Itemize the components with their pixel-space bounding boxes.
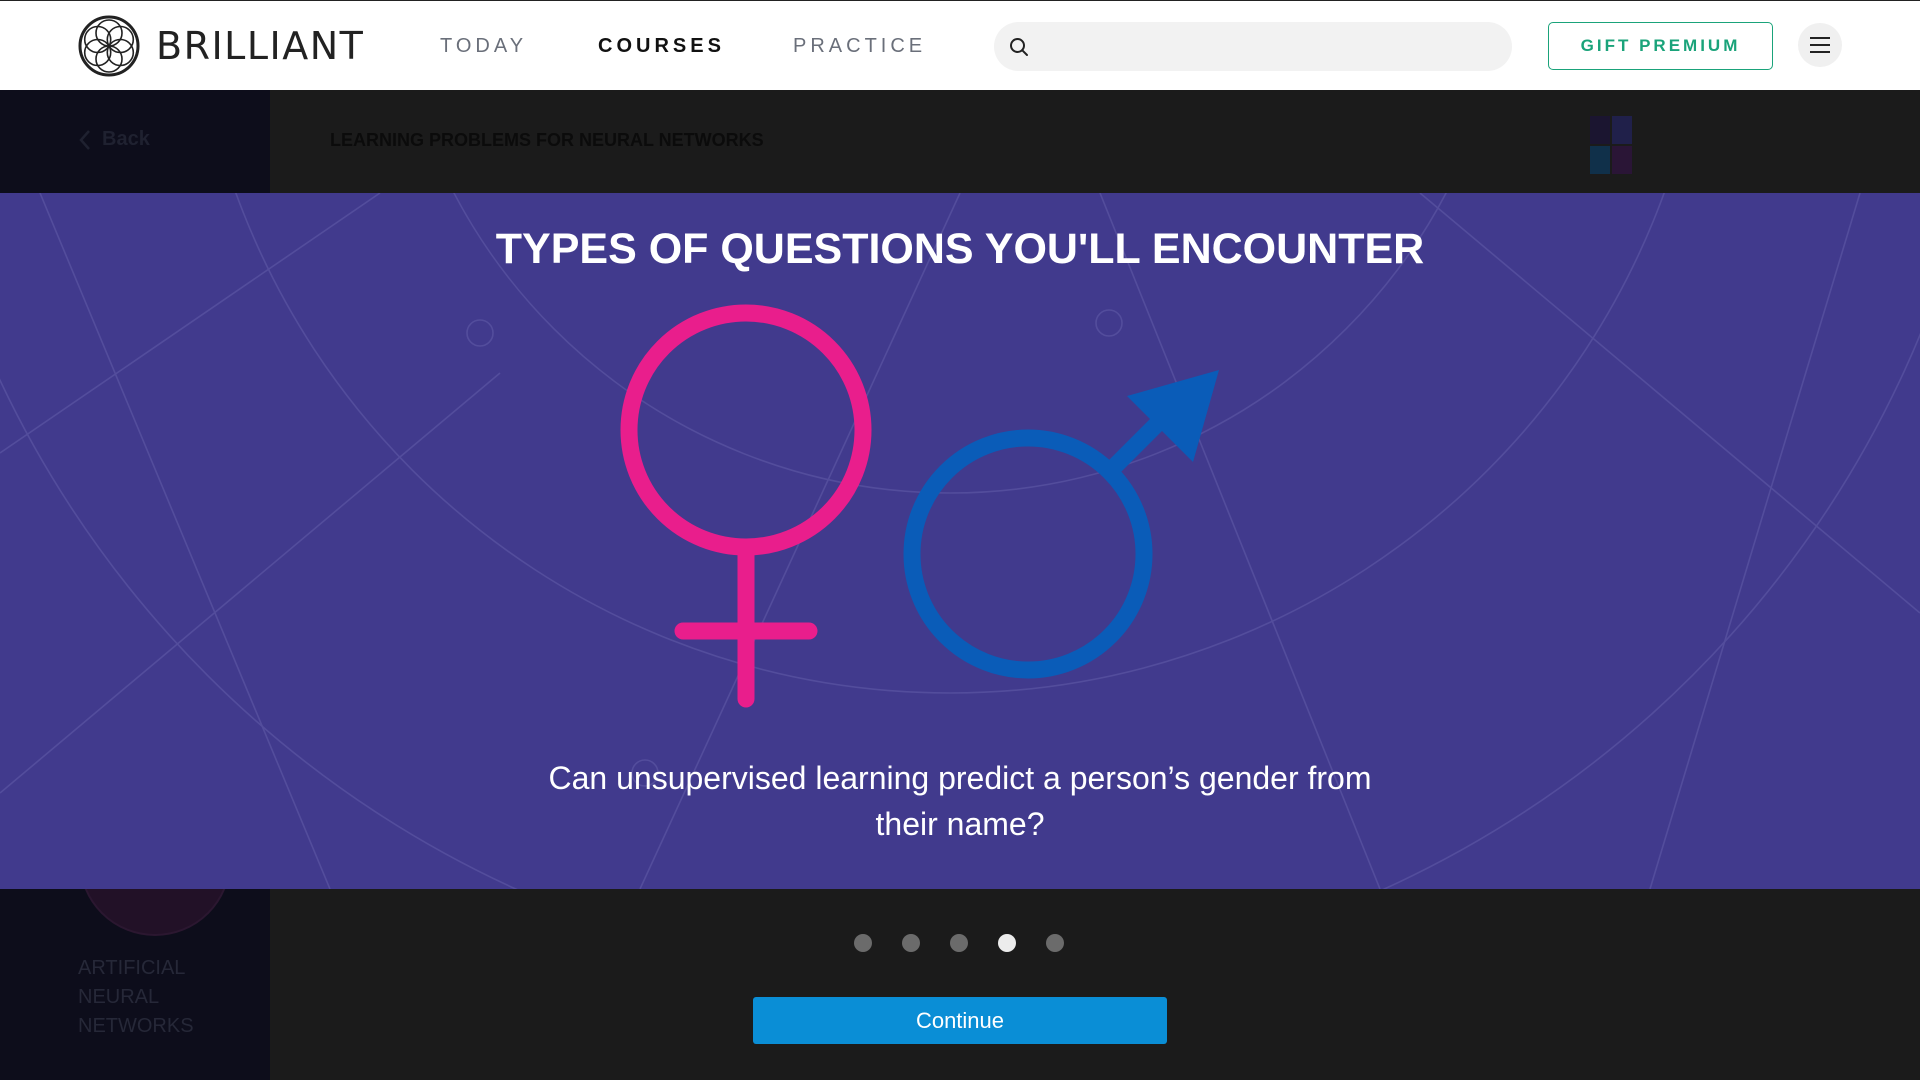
back-link[interactable]: Back [78, 128, 150, 151]
menu-button[interactable] [1798, 23, 1842, 67]
panel-question: Can unsupervised learning predict a pers… [548, 760, 1372, 842]
course-title: LEARNING PROBLEMS FOR NEURAL NETWORKS [330, 130, 764, 150]
sidebar-course-label[interactable]: ARTIFICIAL NEURAL NETWORKS [78, 954, 228, 1041]
hamburger-icon [1810, 37, 1830, 53]
top-navbar: BRILLIANT TODAY COURSES PRACTICE GIFT PR… [0, 0, 1920, 90]
nav-courses[interactable]: COURSES [598, 35, 725, 58]
brilliant-logo-icon [78, 15, 140, 77]
male-symbol-icon [903, 370, 1219, 679]
pager-dot-5[interactable] [1046, 934, 1064, 952]
pager-dot-4[interactable] [998, 934, 1016, 952]
search-bar[interactable] [994, 22, 1512, 73]
search-icon [1010, 38, 1028, 56]
gender-symbols-illustration [620, 304, 1219, 708]
pager-dot-3[interactable] [950, 934, 968, 952]
nav-today[interactable]: TODAY [440, 35, 527, 58]
chevron-left-icon [79, 129, 90, 150]
gift-premium-button[interactable]: GIFT PREMIUM [1548, 22, 1773, 70]
intro-panel: TYPES OF QUESTIONS YOU'LL ENCOUNTER Can … [0, 193, 1920, 889]
pager-dot-2[interactable] [902, 934, 920, 952]
brand-name: BRILLIANT [156, 24, 365, 68]
pager-dot-1[interactable] [854, 934, 872, 952]
search-input[interactable] [1040, 22, 1494, 73]
pager [854, 934, 1064, 952]
course-thumbnail-icon[interactable] [1590, 116, 1632, 174]
nav-practice[interactable]: PRACTICE [793, 35, 926, 58]
female-symbol-icon [620, 304, 872, 708]
back-label: Back [102, 128, 150, 150]
panel-title: TYPES OF QUESTIONS YOU'LL ENCOUNTER [495, 225, 1425, 273]
brand-logo[interactable]: BRILLIANT [78, 15, 364, 77]
continue-button[interactable]: Continue [753, 997, 1167, 1044]
